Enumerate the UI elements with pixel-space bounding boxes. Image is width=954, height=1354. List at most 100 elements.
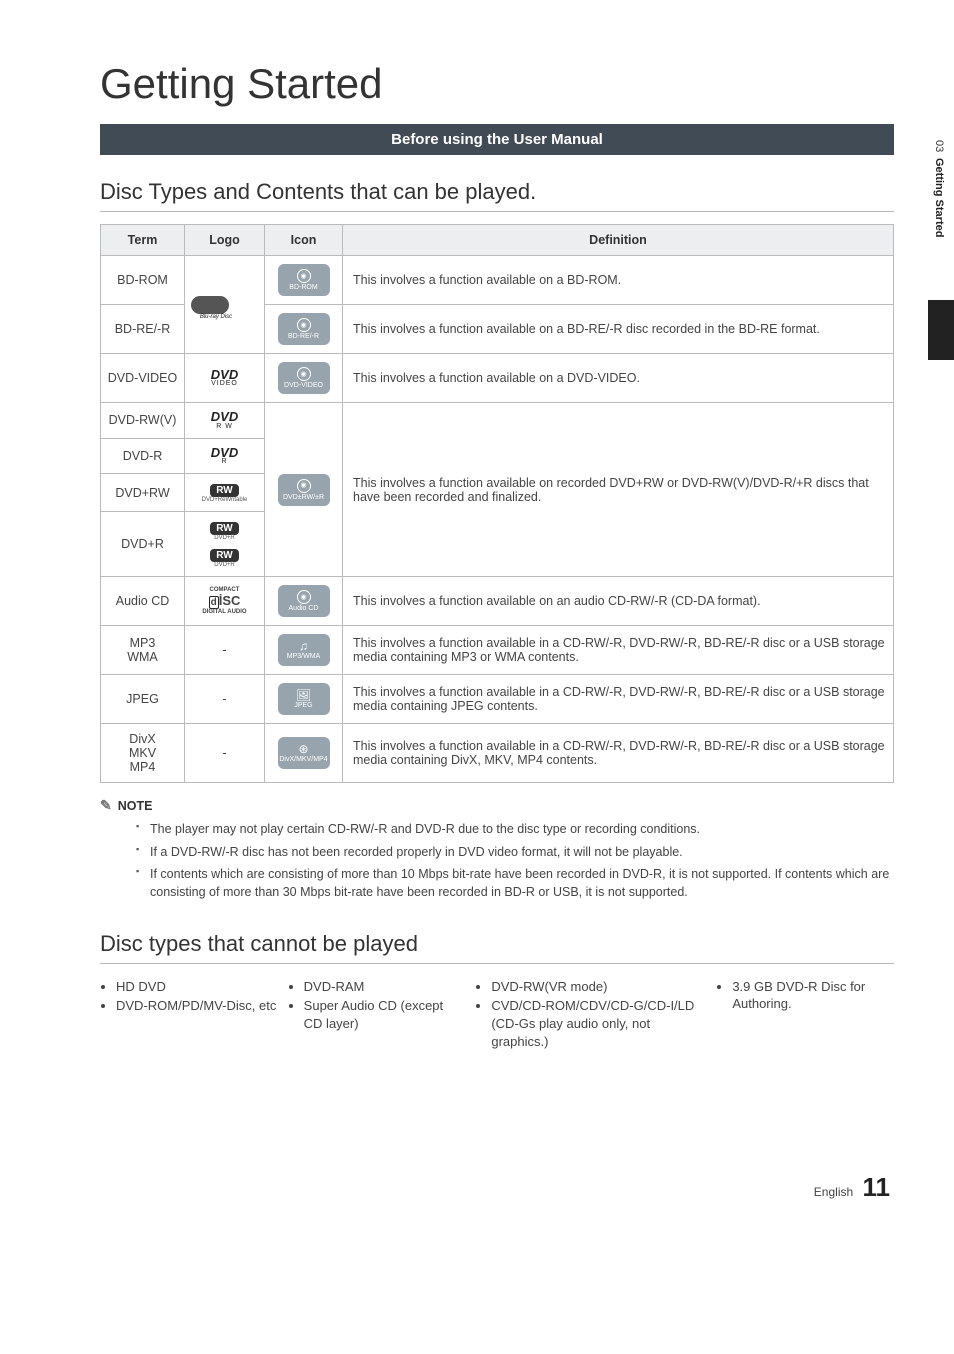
table-row: DVD-VIDEO DVD VIDEO ◉ DVD-VIDEO This inv…: [101, 354, 894, 403]
disc-icon: ◉ DVD±RW/±R: [278, 474, 330, 506]
term-cell: JPEG: [101, 675, 185, 724]
disc-icon: ◉ BD-ROM: [278, 264, 330, 296]
disc-icon: ◉ BD-RE/-R: [278, 313, 330, 345]
icon-cell: ◉ DVD±RW/±R: [265, 403, 343, 577]
icon-label: BD-ROM: [289, 284, 317, 291]
col-header-logo: Logo: [185, 225, 265, 256]
side-tab-marker: [928, 300, 954, 360]
list-item: 3.9 GB DVD-R Disc for Authoring.: [732, 978, 894, 1013]
logo-cell: -: [185, 724, 265, 783]
note-item: If contents which are consisting of more…: [136, 865, 894, 901]
rw-logo-icon: RW: [210, 549, 238, 562]
logo-cell-dvd-video: DVD VIDEO: [185, 354, 265, 403]
bluray-logo-icon: [191, 296, 229, 314]
list-item: Super Audio CD (except CD layer): [304, 997, 466, 1032]
cannot-play-columns: HD DVD DVD-ROM/PD/MV-Disc, etc DVD-RAM S…: [100, 976, 894, 1052]
rw-logo-icon: RW: [210, 522, 238, 535]
page-number: 11: [863, 1172, 891, 1202]
note-icon: ✎: [100, 797, 112, 814]
logo-cell-dvd-plus-r: RW DVD+R RW DVD+R: [185, 512, 265, 577]
dvd-logo-icon: DVD: [191, 411, 258, 423]
icon-cell: ◉ Audio CD: [265, 577, 343, 626]
table-row: DivX MKV MP4 - ⊛ DivX/MKV/MP4 This invol…: [101, 724, 894, 783]
term-cell: DVD+RW: [101, 474, 185, 512]
logo-cell-bluray: [185, 256, 265, 354]
logo-cell-dvd-r: DVD R: [185, 438, 265, 474]
term-cell: Audio CD: [101, 577, 185, 626]
table-row: JPEG - 🖼 JPEG This involves a function a…: [101, 675, 894, 724]
term-cell: DVD-R: [101, 438, 185, 474]
term-cell: BD-RE/-R: [101, 305, 185, 354]
page-title: Getting Started: [100, 60, 894, 108]
table-row: MP3 WMA - ♫ MP3/WMA This involves a func…: [101, 626, 894, 675]
table-header-row: Term Logo Icon Definition: [101, 225, 894, 256]
logo-cell: -: [185, 675, 265, 724]
definition-cell: This involves a function available in a …: [343, 675, 894, 724]
disc-icon: ◉ DVD-VIDEO: [278, 362, 330, 394]
table-row: Audio CD COMPACT dİSC DIGITAL AUDIO ◉ Au…: [101, 577, 894, 626]
table-row: BD-ROM ◉ BD-ROM This involves a function…: [101, 256, 894, 305]
logo-cell-dvd-rw: DVD R W: [185, 403, 265, 439]
dvd-logo-sub: R W: [191, 423, 258, 430]
logo-cell-audio-cd: COMPACT dİSC DIGITAL AUDIO: [185, 577, 265, 626]
definition-cell: This involves a function available on a …: [343, 256, 894, 305]
heading-disc-types-playable: Disc Types and Contents that can be play…: [100, 179, 894, 205]
dvd-logo-sub: R: [191, 458, 258, 465]
logo-cell-dvd-plus-rw: RW DVD+ReWritable: [185, 474, 265, 512]
term-cell: BD-ROM: [101, 256, 185, 305]
logo-cell: -: [185, 626, 265, 675]
divider: [100, 963, 894, 964]
music-icon: ♫ MP3/WMA: [278, 634, 330, 666]
disc-types-table: Term Logo Icon Definition BD-ROM ◉ BD-RO…: [100, 224, 894, 783]
icon-label: BD-RE/-R: [288, 333, 319, 340]
note-label: NOTE: [118, 799, 153, 813]
definition-cell: This involves a function available in a …: [343, 626, 894, 675]
icon-label: DVD-VIDEO: [284, 382, 323, 389]
dvd-logo-icon: DVD: [191, 447, 258, 459]
video-icon: ⊛ DivX/MKV/MP4: [278, 737, 330, 769]
page-footer: English 11: [100, 1172, 894, 1203]
col-header-term: Term: [101, 225, 185, 256]
icon-label: DivX/MKV/MP4: [279, 756, 327, 763]
definition-cell: This involves a function available on a …: [343, 354, 894, 403]
term-cell: DVD-RW(V): [101, 403, 185, 439]
chapter-number: 03: [933, 140, 945, 152]
heading-disc-types-cannot: Disc types that cannot be played: [100, 931, 894, 957]
list-item: CVD/CD-ROM/CDV/CD-G/CD-I/LD (CD-Gs play …: [491, 997, 706, 1050]
icon-cell: ♫ MP3/WMA: [265, 626, 343, 675]
icon-cell: ⊛ DivX/MKV/MP4: [265, 724, 343, 783]
disc-icon: ◉ Audio CD: [278, 585, 330, 617]
icon-cell: ◉ BD-RE/-R: [265, 305, 343, 354]
note-block: ✎ NOTE The player may not play certain C…: [100, 797, 894, 901]
note-item: The player may not play certain CD-RW/-R…: [136, 820, 894, 838]
list-item: DVD-ROM/PD/MV-Disc, etc: [116, 997, 278, 1015]
footer-language: English: [814, 1185, 853, 1199]
rw-logo-icon: RW: [210, 484, 238, 497]
rw-logo-sub: DVD+R: [210, 535, 238, 541]
icon-cell: 🖼 JPEG: [265, 675, 343, 724]
note-item: If a DVD-RW/-R disc has not been recorde…: [136, 843, 894, 861]
definition-cell: This involves a function available on re…: [343, 403, 894, 577]
list-item: DVD-RW(VR mode): [491, 978, 706, 996]
term-cell: DVD+R: [101, 512, 185, 577]
dvd-logo-icon: DVD: [191, 369, 258, 381]
cd-logo-sub: DIGITAL AUDIO: [191, 609, 258, 615]
section-bar: Before using the User Manual: [100, 124, 894, 155]
icon-label: MP3/WMA: [287, 653, 320, 660]
divider: [100, 211, 894, 212]
term-cell: MP3 WMA: [101, 626, 185, 675]
icon-label: JPEG: [294, 702, 312, 709]
side-tab: 03 Getting Started: [924, 140, 954, 238]
rw-logo-sub: DVD+R: [210, 562, 238, 568]
table-row: DVD-RW(V) DVD R W ◉ DVD±RW/±R This invol…: [101, 403, 894, 439]
photo-icon: 🖼 JPEG: [278, 683, 330, 715]
icon-cell: ◉ BD-ROM: [265, 256, 343, 305]
cd-logo-icon: COMPACT dİSC DIGITAL AUDIO: [191, 587, 258, 615]
chapter-name: Getting Started: [933, 158, 945, 237]
col-header-definition: Definition: [343, 225, 894, 256]
term-cell: DVD-VIDEO: [101, 354, 185, 403]
icon-cell: ◉ DVD-VIDEO: [265, 354, 343, 403]
dvd-logo-sub: VIDEO: [191, 380, 258, 387]
list-item: DVD-RAM: [304, 978, 466, 996]
rw-logo-sub: DVD+ReWritable: [191, 497, 258, 503]
